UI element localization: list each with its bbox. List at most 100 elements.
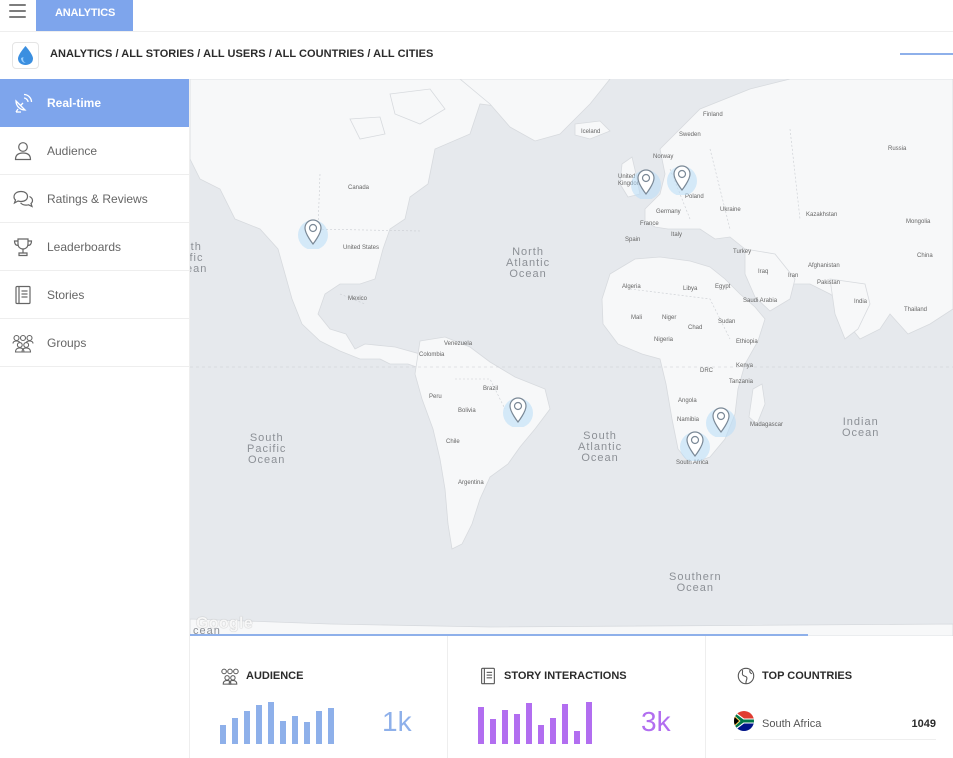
card-title: STORY INTERACTIONS	[504, 670, 627, 682]
sidebar-item-audience[interactable]: Audience	[0, 127, 189, 175]
location-pin-icon[interactable]	[662, 155, 702, 195]
map-label: Colombia	[419, 352, 445, 358]
sidebar-item-stories[interactable]: Stories	[0, 271, 189, 319]
map-label: Iraq	[758, 269, 769, 275]
sidebar-item-groups[interactable]: Groups	[0, 319, 189, 367]
spark-bar	[268, 702, 274, 744]
map-label: Iceland	[581, 129, 601, 135]
trophy-icon	[12, 236, 34, 258]
map-label: Finland	[703, 112, 723, 118]
map-label: Mexico	[348, 296, 368, 302]
spark-bar	[232, 718, 238, 744]
sidebar-item-label: Leaderboards	[47, 239, 122, 254]
map-label: China	[917, 253, 933, 259]
spark-bar	[514, 714, 520, 744]
group-icon	[12, 332, 34, 354]
location-pin-icon[interactable]	[293, 209, 333, 249]
map-label: Brazil	[483, 386, 499, 392]
globe-icon	[736, 666, 756, 686]
map-label: Sweden	[679, 132, 701, 138]
world-map[interactable]: rth ific ean North Atlantic Ocean South …	[190, 79, 953, 636]
card-header: STORY INTERACTIONS	[478, 666, 627, 686]
sidebar-item-label: Groups	[47, 335, 87, 350]
app-logo[interactable]	[12, 42, 39, 69]
map-label: Russia	[888, 146, 907, 152]
map-landmasses	[190, 79, 953, 636]
card-title: AUDIENCE	[246, 670, 304, 682]
breadcrumb[interactable]: ANALYTICS / ALL STORIES / ALL USERS / AL…	[50, 48, 433, 60]
map-label: Sudan	[718, 319, 736, 325]
ocean-label-indian: Indian Ocean	[842, 416, 880, 439]
spark-bar	[304, 722, 310, 744]
sidebar-item-real-time[interactable]: Real-time	[0, 79, 189, 127]
map-label: Niger	[662, 315, 677, 321]
map-label: Mongolia	[906, 219, 931, 225]
ocean-label-south-pacific: South Pacific Ocean	[247, 432, 287, 466]
map-label: Germany	[656, 209, 681, 215]
book-icon	[478, 666, 498, 686]
map-label: India	[854, 299, 868, 305]
location-pin-icon[interactable]	[626, 159, 666, 199]
breadcrumb-bar: ANALYTICS / ALL STORIES / ALL USERS / AL…	[0, 32, 953, 79]
country-name: South Africa	[762, 717, 822, 730]
sidebar-item-label: Real-time	[47, 95, 102, 110]
audience-value: 1k	[382, 706, 412, 737]
hamburger-menu-icon[interactable]	[9, 4, 26, 18]
sidebar-item-label: Stories	[47, 287, 85, 302]
top-countries-card[interactable]: TOP COUNTRIES South Africa 1049	[706, 636, 953, 758]
tab-analytics[interactable]: ANALYTICS	[36, 0, 133, 31]
map-label: Libya	[683, 286, 698, 292]
spark-bar	[586, 702, 592, 744]
stat-cards: AUDIENCE 1k STORY INTERACTIONS 3k TOP CO…	[190, 636, 953, 758]
book-icon	[12, 284, 34, 306]
ocean-label-southern: Southern Ocean	[669, 571, 722, 594]
location-pin-icon[interactable]	[498, 387, 538, 427]
card-title: TOP COUNTRIES	[762, 670, 853, 682]
sidebar-item-leaderboards[interactable]: Leaderboards	[0, 223, 189, 271]
map-label: Kenya	[736, 363, 754, 369]
map-label: Venezuela	[444, 341, 473, 347]
spark-bar	[244, 711, 250, 744]
spark-bar	[292, 716, 298, 744]
map-label: Thailand	[904, 307, 928, 313]
spark-bar	[478, 707, 484, 744]
spark-bar	[256, 705, 262, 744]
map-label: Argentina	[458, 480, 484, 486]
story-interactions-card[interactable]: STORY INTERACTIONS 3k	[448, 636, 706, 758]
spark-bar	[574, 731, 580, 744]
sidebar-item-ratings-reviews[interactable]: Ratings & Reviews	[0, 175, 189, 223]
country-count: 1049	[911, 717, 936, 730]
audience-card[interactable]: AUDIENCE 1k	[190, 636, 448, 758]
south-america-land	[414, 336, 551, 550]
map-label: Egypt	[715, 284, 731, 290]
map-label: Tanzania	[729, 379, 754, 385]
card-header: AUDIENCE	[220, 666, 303, 686]
list-item[interactable]: South Africa 1049	[734, 708, 936, 740]
map-label: DRC	[700, 368, 713, 374]
spark-bar	[328, 708, 334, 744]
satellite-icon	[12, 92, 34, 114]
interactions-value: 3k	[641, 706, 671, 737]
location-pin-icon[interactable]	[675, 421, 715, 461]
sidebar-item-label: Audience	[47, 143, 98, 158]
spark-bar	[538, 725, 544, 744]
map-label: Kazakhstan	[806, 212, 838, 218]
map-label: Ukraine	[720, 207, 741, 213]
interactions-sparkline	[478, 702, 592, 744]
chat-bubbles-icon	[12, 188, 34, 210]
map-label: Canada	[348, 185, 370, 191]
card-header: TOP COUNTRIES	[736, 666, 852, 686]
map-label: Chad	[688, 325, 703, 331]
map-label: Algeria	[622, 284, 641, 290]
map-label: Mali	[631, 315, 643, 321]
ocean-label-north-atlantic: North Atlantic Ocean	[506, 246, 551, 280]
spark-bar	[316, 711, 322, 744]
map-label: Nigeria	[654, 337, 674, 343]
map-label: Italy	[671, 232, 683, 238]
top-bar: ANALYTICS	[0, 0, 953, 32]
spark-bar	[526, 703, 532, 744]
map-label: Peru	[429, 394, 442, 400]
map-label: Angola	[678, 398, 697, 404]
group-icon	[220, 666, 240, 686]
south-africa-flag-icon	[734, 711, 754, 736]
